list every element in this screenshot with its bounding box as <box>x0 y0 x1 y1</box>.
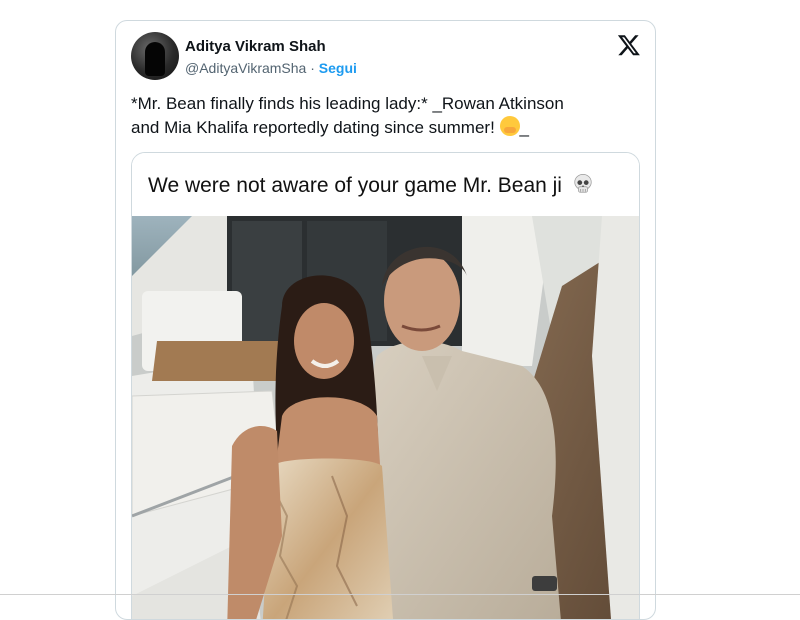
tweet-text-tail: _ <box>519 118 529 137</box>
tweet-text-line2-wrap: and Mia Khalifa reportedly dating since … <box>131 116 631 140</box>
couple-on-yacht-photo <box>132 216 639 619</box>
tweet-media[interactable]: We were not aware of your game Mr. Bean … <box>131 152 640 619</box>
tweet-card[interactable]: Aditya Vikram Shah @AdityaVikramSha · Se… <box>115 20 656 620</box>
separator-dot: · <box>310 60 315 76</box>
follow-button[interactable]: Segui <box>319 60 357 76</box>
tweet-text-line2: and Mia Khalifa reportedly dating since … <box>131 118 495 137</box>
x-logo-icon[interactable] <box>617 33 641 57</box>
author-name[interactable]: Aditya Vikram Shah <box>185 38 326 56</box>
tweet-text-line1: *Mr. Bean finally finds his leading lady… <box>131 94 564 113</box>
skull-icon <box>574 174 592 193</box>
media-caption: We were not aware of your game Mr. Bean … <box>132 153 639 216</box>
caption-text-row: We were not aware of your game Mr. Bean … <box>148 173 594 199</box>
author-avatar[interactable] <box>131 32 179 80</box>
tweet-text: *Mr. Bean finally finds his leading lady… <box>131 92 631 140</box>
caption-text: We were not aware of your game Mr. Bean … <box>148 174 562 197</box>
author-handle-row: @AdityaVikramSha · Segui <box>185 59 357 77</box>
author-handle[interactable]: @AdityaVikramSha <box>185 60 306 76</box>
avatar-silhouette <box>145 42 165 76</box>
hugging-face-icon <box>499 116 520 136</box>
